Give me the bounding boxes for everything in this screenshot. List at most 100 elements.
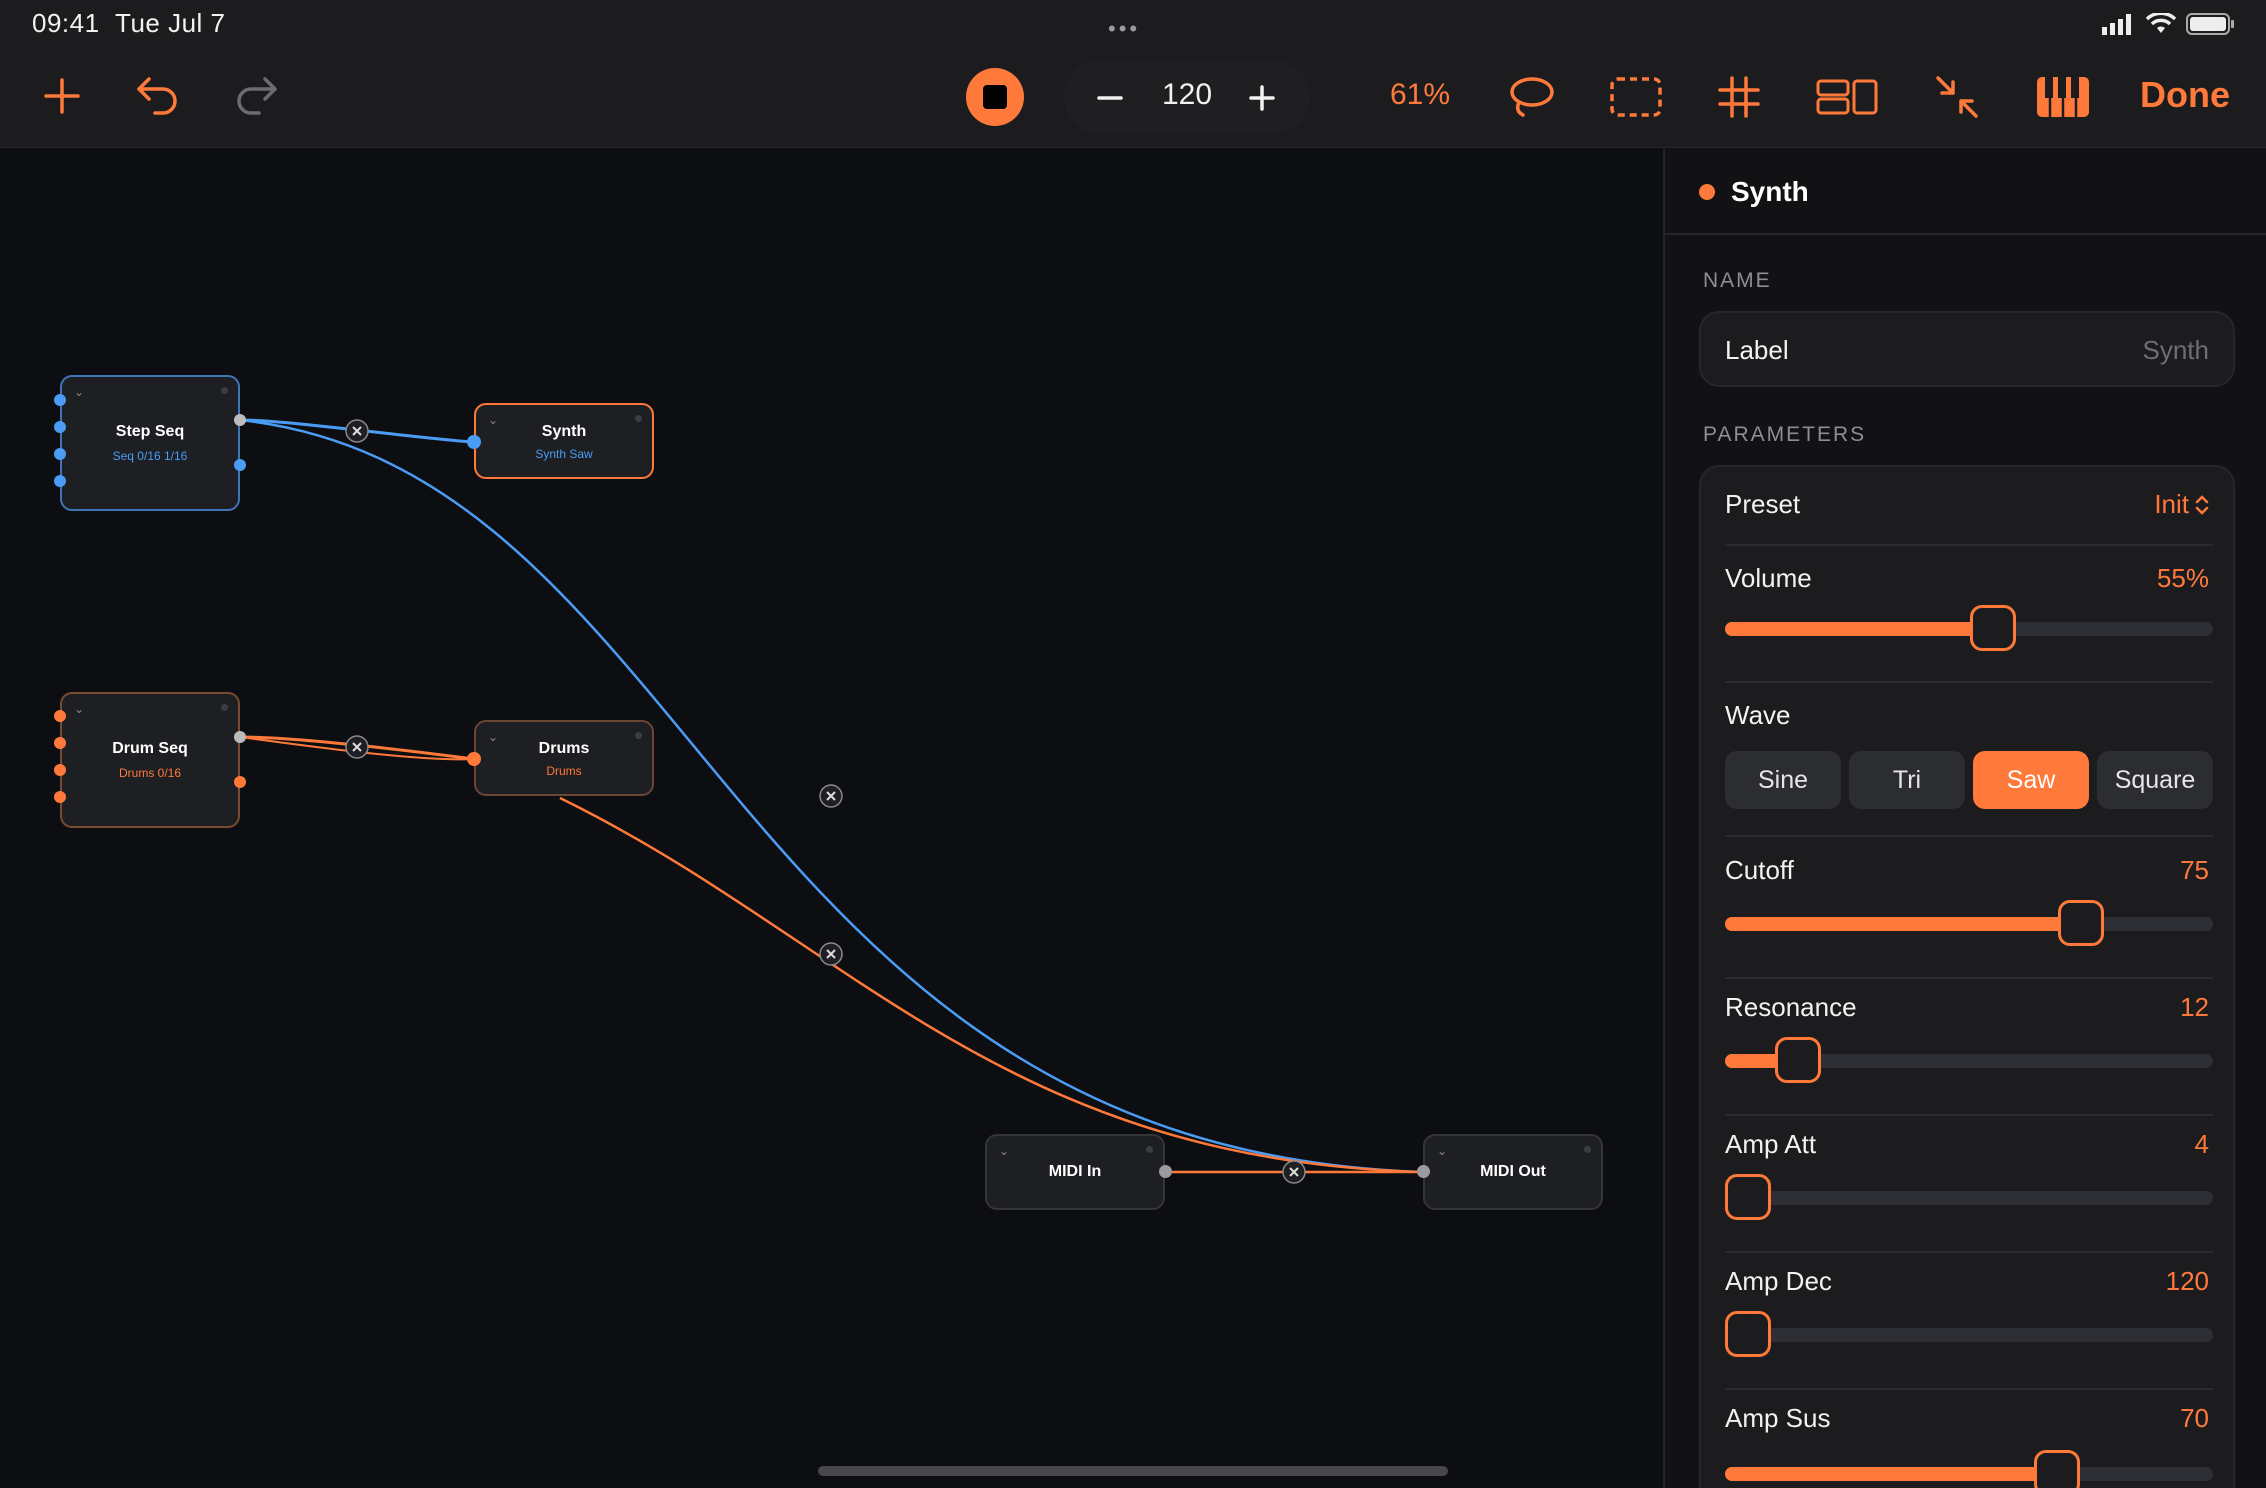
- amp-sus-slider[interactable]: [1725, 1450, 2213, 1488]
- node-title: Step Seq: [115, 423, 185, 440]
- input-port[interactable]: [54, 764, 66, 776]
- name-field[interactable]: Label Synth: [1699, 311, 2235, 387]
- preset-picker[interactable]: Init: [2154, 489, 2209, 520]
- node-drums[interactable]: ⌄ Drums Drums: [474, 720, 654, 796]
- marquee-select-button[interactable]: [1610, 76, 1662, 118]
- output-port[interactable]: [234, 459, 246, 471]
- input-port[interactable]: [54, 710, 66, 722]
- chevron-down-icon[interactable]: ⌄: [74, 385, 84, 399]
- slider-fill: [1725, 622, 1994, 636]
- collapse-arrows-icon: [1936, 76, 1978, 118]
- resonance-value: 12: [2180, 992, 2209, 1022]
- wave-segmented-control: Sine Tri Saw Square: [1725, 751, 2213, 809]
- cable-delete-handle[interactable]: [819, 784, 843, 808]
- divider: [1725, 544, 2213, 546]
- node-subtitle: Synth Saw: [535, 447, 593, 461]
- label-value[interactable]: Synth: [2143, 335, 2210, 366]
- done-button[interactable]: Done: [2140, 74, 2230, 116]
- divider: [1725, 977, 2213, 979]
- amp-att-slider[interactable]: [1725, 1174, 2213, 1220]
- collapse-button[interactable]: [1934, 74, 1980, 120]
- input-port[interactable]: [54, 791, 66, 803]
- undo-button[interactable]: [134, 74, 182, 118]
- input-port[interactable]: [54, 475, 66, 487]
- node-midi-in[interactable]: ⌄ MIDI In: [985, 1134, 1165, 1210]
- input-port[interactable]: [54, 448, 66, 460]
- tempo-increase-button[interactable]: [1242, 78, 1282, 118]
- node-menu-dot[interactable]: [635, 415, 642, 422]
- resonance-slider[interactable]: [1725, 1037, 2213, 1083]
- slider-thumb[interactable]: [2058, 900, 2105, 946]
- volume-value: 55%: [2156, 563, 2209, 593]
- node-drum-seq[interactable]: ⌄ Drum Seq Drums 0/16: [60, 692, 240, 828]
- amp-dec-value: 120: [2165, 1266, 2209, 1296]
- input-port[interactable]: [467, 435, 481, 449]
- redo-button[interactable]: [232, 74, 280, 118]
- input-port[interactable]: [1417, 1165, 1430, 1178]
- cable-delete-handle[interactable]: [819, 942, 843, 966]
- node-midi-out[interactable]: ⌄ MIDI Out: [1423, 1134, 1603, 1210]
- preset-label: Preset: [1725, 489, 1801, 519]
- multitasking-dots[interactable]: •••: [1108, 16, 1140, 42]
- cable-delete-handle[interactable]: [345, 419, 369, 443]
- tempo-decrease-button[interactable]: [1090, 78, 1130, 118]
- layout-button[interactable]: [1816, 76, 1878, 118]
- slider-thumb[interactable]: [1775, 1037, 1822, 1083]
- node-menu-dot[interactable]: [221, 704, 228, 711]
- parameters-card: Preset Init Volume 55% Wave Sine Tri Saw…: [1699, 465, 2235, 1488]
- add-button[interactable]: [40, 74, 84, 118]
- stop-button[interactable]: [966, 68, 1024, 126]
- cable-layer: [239, 418, 1424, 1184]
- chevron-down-icon[interactable]: ⌄: [1437, 1144, 1447, 1158]
- node-menu-dot[interactable]: [221, 387, 228, 394]
- output-port[interactable]: [1159, 1165, 1172, 1178]
- zoom-level[interactable]: 61%: [1390, 78, 1450, 112]
- input-port[interactable]: [54, 394, 66, 406]
- divider: [1725, 681, 2213, 683]
- node-synth[interactable]: ⌄ Synth Synth Saw: [474, 403, 654, 479]
- wave-option-sine[interactable]: Sine: [1725, 751, 1841, 809]
- node-canvas[interactable]: ⌄ Step Seq Seq 0/16 1/16 ⌄ Synth Synth S…: [0, 149, 1663, 1488]
- cable-delete-handle[interactable]: [1282, 1160, 1306, 1184]
- slider-thumb[interactable]: [1725, 1174, 1771, 1220]
- node-step-seq[interactable]: ⌄ Step Seq Seq 0/16 1/16: [60, 375, 240, 511]
- amp-att-label: Amp Att: [1725, 1129, 1817, 1159]
- wave-option-tri[interactable]: Tri: [1849, 751, 1965, 809]
- output-port[interactable]: [234, 414, 246, 426]
- section-label-parameters: PARAMETERS: [1703, 423, 1867, 446]
- piano-keyboard-button[interactable]: [2036, 76, 2090, 118]
- output-port[interactable]: [234, 776, 246, 788]
- piano-keyboard-icon: [2037, 77, 2089, 117]
- slider-thumb[interactable]: [2033, 1450, 2080, 1488]
- grid-icon: [1718, 76, 1760, 118]
- chevron-down-icon[interactable]: ⌄: [999, 1144, 1009, 1158]
- slider-thumb[interactable]: [1970, 605, 2017, 651]
- slider-thumb[interactable]: [1725, 1311, 1771, 1357]
- wave-option-saw[interactable]: Saw: [1973, 751, 2089, 809]
- lasso-button[interactable]: [1506, 74, 1556, 120]
- node-menu-dot[interactable]: [1584, 1146, 1591, 1153]
- status-icons: [2102, 12, 2236, 36]
- node-menu-dot[interactable]: [635, 732, 642, 739]
- preset-value: Init: [2154, 489, 2189, 519]
- status-time: 09:41 Tue Jul 7: [32, 8, 226, 38]
- wave-option-square[interactable]: Square: [2097, 751, 2213, 809]
- node-menu-dot[interactable]: [1146, 1146, 1153, 1153]
- node-title: MIDI Out: [1480, 1163, 1546, 1180]
- chevron-up-down-icon: [2195, 494, 2209, 515]
- input-port[interactable]: [54, 421, 66, 433]
- tempo-value: 120: [1161, 78, 1213, 111]
- cable-delete-handle[interactable]: [345, 735, 369, 759]
- amp-sus-label: Amp Sus: [1725, 1403, 1831, 1433]
- volume-slider[interactable]: [1725, 605, 2213, 651]
- input-port[interactable]: [467, 752, 481, 766]
- output-port[interactable]: [234, 731, 246, 743]
- chevron-down-icon[interactable]: ⌄: [74, 702, 84, 716]
- divider: [1725, 835, 2213, 837]
- cutoff-slider[interactable]: [1725, 900, 2213, 946]
- cutoff-label: Cutoff: [1725, 855, 1794, 885]
- grid-button[interactable]: [1716, 74, 1762, 120]
- amp-dec-slider[interactable]: [1725, 1311, 2213, 1357]
- scroll-indicator[interactable]: [818, 1466, 1448, 1476]
- input-port[interactable]: [54, 737, 66, 749]
